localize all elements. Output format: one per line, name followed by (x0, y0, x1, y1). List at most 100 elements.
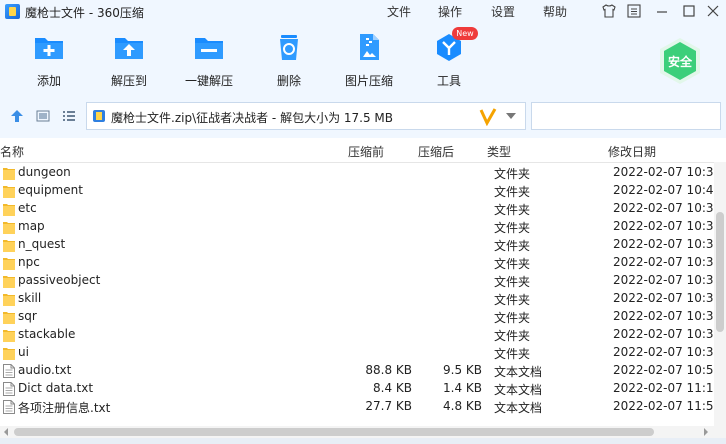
column-original-size[interactable]: 压缩前 (348, 143, 384, 160)
address-path: 魔枪士文件.zip\征战者决战者 - 解包大小为 17.5 MB (111, 111, 394, 125)
compressed-size: 1.4 KB (443, 381, 482, 395)
table-row[interactable]: Dict data.txt 8.4 KB 1.4 KB 文本文档 2022-02-07 … (0, 380, 714, 398)
vertical-scroll-thumb[interactable] (716, 212, 724, 332)
v-check-icon[interactable] (478, 106, 498, 127)
close-icon[interactable] (704, 3, 722, 21)
delete-label: 删除 (276, 74, 301, 88)
tools-label: 工具 (436, 74, 461, 88)
delete-button[interactable]: 删除 (254, 32, 324, 89)
file-type: 文件夹 (494, 311, 531, 325)
extract-to-label: 解压到 (110, 74, 147, 88)
file-type: 文件夹 (494, 185, 531, 199)
image-compress-icon (352, 32, 386, 62)
file-name: skill (18, 291, 42, 305)
detail-view-icon[interactable] (36, 109, 50, 123)
table-row[interactable]: ui 文件夹 2022-02-07 10:33 (0, 344, 714, 362)
file-type: 文本文档 (494, 401, 543, 415)
file-name: sqr (18, 309, 37, 323)
file-type: 文本文档 (494, 365, 543, 379)
window-title: 魔枪士文件 - 360压缩 (25, 6, 144, 20)
table-row[interactable]: dungeon 文件夹 2022-02-07 10:33 (0, 164, 714, 182)
minimize-icon[interactable] (653, 3, 671, 21)
modified-date: 2022-02-07 10:33 (613, 291, 714, 305)
folder-icon (3, 292, 15, 306)
menu-operate[interactable]: 操作 (438, 3, 462, 20)
vertical-scrollbar[interactable] (714, 162, 726, 426)
column-name[interactable]: 名称 (0, 143, 24, 160)
up-arrow-icon[interactable] (10, 109, 24, 123)
file-name: etc (18, 201, 37, 215)
main-toolbar: 添加 解压到 一键解压 删除 图片压缩 工具 New (0, 24, 726, 98)
table-row[interactable]: etc 文件夹 2022-02-07 10:33 (0, 200, 714, 218)
one-click-extract-button[interactable]: 一键解压 (174, 32, 244, 89)
modified-date: 2022-02-07 10:33 (613, 201, 714, 215)
file-name: passiveobject (18, 273, 101, 287)
folder-icon (3, 346, 15, 360)
skin-shirt-icon[interactable] (600, 3, 618, 21)
address-dropdown-icon[interactable] (506, 113, 516, 119)
one-click-extract-icon (192, 32, 226, 62)
list-header: 名称 压缩前 压缩后 类型 修改日期 (0, 138, 726, 163)
compressed-size: 9.5 KB (443, 363, 482, 377)
tools-button[interactable]: 工具 (414, 32, 484, 89)
folder-icon (3, 202, 15, 216)
horizontal-scrollbar[interactable] (0, 426, 726, 438)
file-name: ui (18, 345, 29, 359)
horizontal-scroll-thumb[interactable] (14, 428, 654, 436)
maximize-icon[interactable] (680, 3, 698, 21)
menu-lines-icon[interactable] (625, 3, 643, 21)
scroll-right-icon[interactable] (702, 428, 710, 436)
table-row[interactable]: passiveobject 文件夹 2022-02-07 10:33 (0, 272, 714, 290)
table-row[interactable]: skill 文件夹 2022-02-07 10:33 (0, 290, 714, 308)
table-row[interactable]: npc 文件夹 2022-02-07 10:33 (0, 254, 714, 272)
file-type: 文件夹 (494, 275, 531, 289)
modified-date: 2022-02-07 10:43 (613, 183, 714, 197)
scroll-left-icon[interactable] (2, 428, 10, 436)
table-row[interactable]: stackable 文件夹 2022-02-07 10:33 (0, 326, 714, 344)
file-name: audio.txt (18, 363, 72, 377)
file-name: n_quest (18, 237, 66, 251)
address-bar[interactable]: 魔枪士文件.zip\征战者决战者 - 解包大小为 17.5 MB (86, 102, 526, 130)
table-row[interactable]: 各项注册信息.txt 27.7 KB 4.8 KB 文本文档 2022-02-07 11… (0, 398, 714, 416)
title-bar: 魔枪士文件 - 360压缩 文件 操作 设置 帮助 (0, 0, 726, 24)
table-row[interactable]: audio.txt 88.8 KB 9.5 KB 文本文档 2022-02-07 10:… (0, 362, 714, 380)
search-input[interactable] (531, 102, 721, 130)
file-name: stackable (18, 327, 76, 341)
extract-to-button[interactable]: 解压到 (94, 32, 164, 89)
menu-settings[interactable]: 设置 (491, 3, 515, 20)
file-name: map (18, 219, 45, 233)
modified-date: 2022-02-07 10:33 (613, 327, 714, 341)
one-click-extract-label: 一键解压 (184, 74, 233, 88)
column-compressed-size[interactable]: 压缩后 (418, 143, 454, 160)
modified-date: 2022-02-07 10:54 (613, 363, 714, 377)
folder-icon (3, 328, 15, 342)
app-window: 魔枪士文件 - 360压缩 文件 操作 设置 帮助 添加 解压到 一键解压 删除… (0, 0, 726, 444)
safe-shield-icon[interactable]: 安全 (656, 36, 704, 86)
modified-date: 2022-02-07 11:14 (613, 381, 714, 395)
table-row[interactable]: map 文件夹 2022-02-07 10:33 (0, 218, 714, 236)
table-row[interactable]: equipment 文件夹 2022-02-07 10:43 (0, 182, 714, 200)
file-name: dungeon (18, 165, 71, 179)
file-name: equipment (18, 183, 83, 197)
file-list: dungeon 文件夹 2022-02-07 10:33 equipment 文件夹 20… (0, 164, 714, 426)
file-name: 各项注册信息.txt (18, 401, 111, 415)
folder-icon (3, 274, 15, 288)
modified-date: 2022-02-07 10:33 (613, 309, 714, 323)
file-type: 文本文档 (494, 383, 543, 397)
add-button[interactable]: 添加 (14, 32, 84, 89)
folder-icon (3, 238, 15, 252)
table-row[interactable]: n_quest 文件夹 2022-02-07 10:33 (0, 236, 714, 254)
file-type: 文件夹 (494, 221, 531, 235)
safe-label: 安全 (667, 55, 692, 69)
folder-icon (3, 256, 15, 270)
menu-file[interactable]: 文件 (387, 3, 411, 20)
image-compress-button[interactable]: 图片压缩 (334, 32, 404, 89)
folder-icon (3, 166, 15, 180)
column-type[interactable]: 类型 (487, 143, 511, 160)
list-view-icon[interactable] (62, 109, 76, 123)
file-type: 文件夹 (494, 203, 531, 217)
new-badge: New (452, 27, 478, 40)
table-row[interactable]: sqr 文件夹 2022-02-07 10:33 (0, 308, 714, 326)
menu-help[interactable]: 帮助 (543, 3, 567, 20)
column-date[interactable]: 修改日期 (608, 143, 656, 160)
